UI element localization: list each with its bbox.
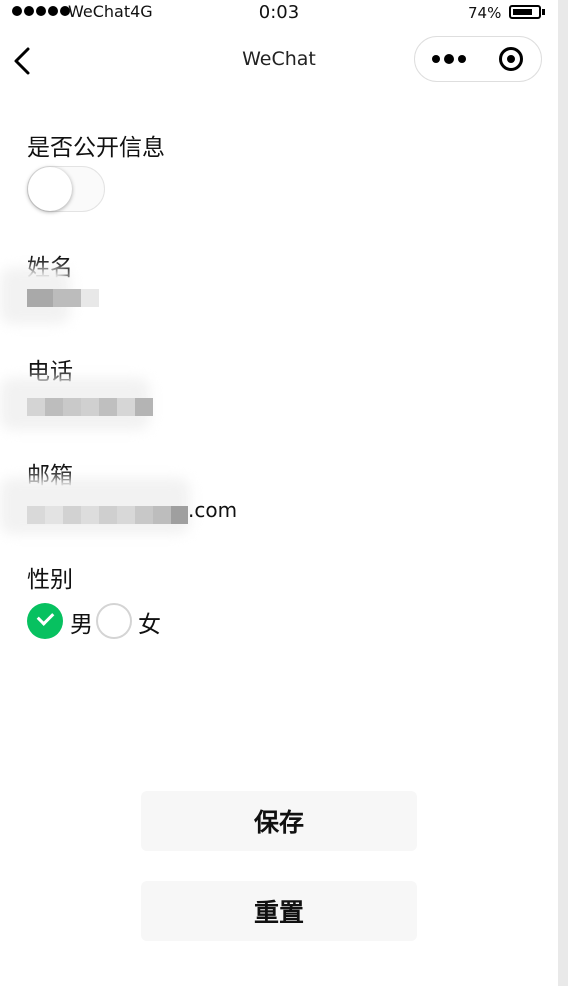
public-info-switch[interactable] <box>27 166 105 212</box>
phone-value-redacted <box>27 398 153 416</box>
name-value-redacted <box>27 289 99 307</box>
gender-female-label[interactable]: 女 <box>138 605 161 639</box>
gender-female-radio[interactable] <box>96 603 132 639</box>
target-circle-icon[interactable] <box>499 47 523 71</box>
gender-label: 性别 <box>27 567 73 593</box>
more-dots-icon[interactable] <box>429 37 469 81</box>
public-info-label: 是否公开信息 <box>27 135 165 161</box>
email-value-redacted <box>27 506 188 524</box>
gender-male-label[interactable]: 男 <box>70 605 93 639</box>
battery-icon <box>509 5 545 19</box>
nav-bar: WeChat <box>0 30 558 90</box>
switch-knob <box>28 167 72 211</box>
email-value-suffix: .com <box>188 498 238 522</box>
capsule-menu <box>414 36 542 82</box>
save-button[interactable]: 保存 <box>141 791 417 851</box>
reset-button[interactable]: 重置 <box>141 881 417 941</box>
battery-percent: 74% <box>468 4 502 22</box>
status-bar: WeChat4G 0:03 74% <box>0 0 558 26</box>
gender-male-radio[interactable] <box>27 603 63 639</box>
scrollbar[interactable] <box>558 0 568 986</box>
